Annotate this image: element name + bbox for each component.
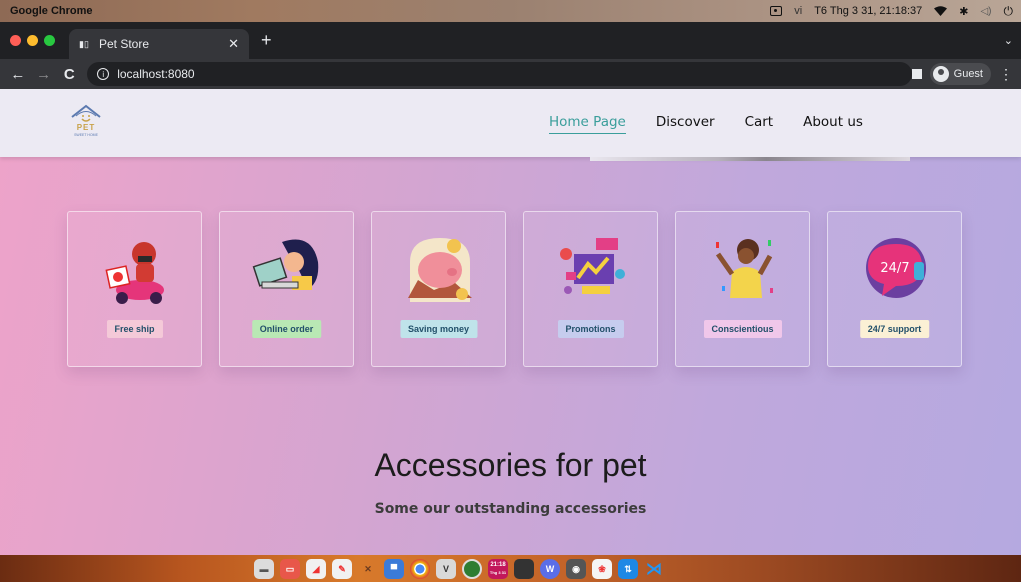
close-window-button[interactable] xyxy=(10,35,21,46)
os-menu-bar: Google Chrome vi T6 Thg 3 31, 21:18:37 ✱… xyxy=(0,0,1021,22)
celebration-person-icon xyxy=(715,239,773,298)
main-nav: Home Page Discover Cart About us xyxy=(549,114,863,134)
svg-text:24/7: 24/7 xyxy=(880,261,909,276)
nav-cart[interactable]: Cart xyxy=(745,114,774,134)
wifi-icon[interactable] xyxy=(934,6,948,16)
chrome-icon[interactable] xyxy=(410,559,430,579)
logo-subtext: SWEET HOME xyxy=(74,133,98,137)
files-icon[interactable]: ▬ xyxy=(254,559,274,579)
paw-favicon-icon: ▮▯ xyxy=(79,39,89,49)
folder-icon[interactable]: ▀ xyxy=(384,559,404,579)
browser-tab-strip: ▮▯ Pet Store ✕ + ⌄ xyxy=(0,22,1021,59)
dock-clock-time: 21:18 xyxy=(490,562,506,568)
draw-icon[interactable]: ✎ xyxy=(332,559,352,579)
profile-label: Guest xyxy=(953,68,983,80)
transfer-icon[interactable]: ⇅ xyxy=(618,559,638,579)
terminal-icon[interactable] xyxy=(514,559,534,579)
feature-card-conscientious[interactable]: Conscientious xyxy=(675,211,810,367)
nav-about-us[interactable]: About us xyxy=(803,114,863,134)
feature-card-saving-money[interactable]: Saving money xyxy=(371,211,506,367)
nav-discover[interactable]: Discover xyxy=(656,114,715,134)
section-subtitle: Some our outstanding accessories xyxy=(374,501,647,517)
reload-icon[interactable]: C xyxy=(61,66,77,83)
site-logo[interactable]: PET SWEET HOME xyxy=(62,103,110,143)
input-source-indicator[interactable]: vi xyxy=(794,5,802,17)
profile-avatar-icon xyxy=(932,66,949,82)
vmware-icon[interactable]: V xyxy=(436,559,456,579)
vscode-icon[interactable]: ⋊ xyxy=(644,559,664,579)
feature-cards: Free ship Online order Saving money Prom… xyxy=(67,211,962,367)
dock-clock-date: Thg 3 31 xyxy=(489,570,507,575)
os-active-app-name[interactable]: Google Chrome xyxy=(0,5,93,17)
laptop-shopping-icon xyxy=(252,239,319,290)
profile-button[interactable]: Guest xyxy=(929,63,991,85)
window-controls xyxy=(0,35,55,46)
feature-label: Online order xyxy=(251,320,322,338)
maximize-window-button[interactable] xyxy=(44,35,55,46)
tools-icon[interactable]: ✕ xyxy=(358,559,378,579)
delivery-scooter-icon xyxy=(105,242,164,304)
os-clock[interactable]: T6 Thg 3 31, 21:18:37 xyxy=(814,5,922,17)
app-dock: ▬ ▭ ◢ ✎ ✕ ▀ V 21:18 Thg 3 31 W ◉ ❀ ⇅ ⋊ xyxy=(254,556,664,582)
forward-arrow-icon[interactable]: → xyxy=(36,66,52,83)
tab-title: Pet Store xyxy=(99,37,150,51)
site-header: PET SWEET HOME Home Page Discover Cart A… xyxy=(0,89,1021,157)
browser-menu-icon[interactable]: ⋮ xyxy=(999,66,1013,83)
sale-promotion-icon xyxy=(560,238,625,294)
support-chat-icon: 24/7 xyxy=(866,238,926,298)
feature-label: Promotions xyxy=(557,320,624,338)
feature-label: Conscientious xyxy=(703,320,782,338)
feature-card-247-support[interactable]: 24/7 24/7 support xyxy=(827,211,962,367)
image-viewer-icon[interactable]: ▭ xyxy=(280,559,300,579)
volume-icon[interactable]: ◁) xyxy=(980,6,991,17)
settings-icon[interactable]: ❀ xyxy=(592,559,612,579)
feature-card-promotions[interactable]: Promotions xyxy=(523,211,658,367)
web-page: PET SWEET HOME Home Page Discover Cart A… xyxy=(0,89,1021,555)
power-icon[interactable]: ⏻ xyxy=(1004,4,1014,19)
tab-search-chevron-icon[interactable]: ⌄ xyxy=(1004,34,1013,47)
logo-text: PET xyxy=(76,123,96,132)
site-info-icon[interactable]: i xyxy=(97,68,110,80)
text-editor-icon[interactable]: ◢ xyxy=(306,559,326,579)
piggy-bank-icon xyxy=(408,238,472,302)
house-logo-icon xyxy=(71,104,101,122)
bluetooth-icon[interactable]: ✱ xyxy=(959,5,968,18)
feature-label: Free ship xyxy=(106,320,163,338)
camera-icon[interactable]: ◉ xyxy=(566,559,586,579)
clock-icon[interactable]: 21:18 Thg 3 31 xyxy=(488,559,508,579)
close-tab-icon[interactable]: ✕ xyxy=(228,36,239,52)
back-arrow-icon[interactable]: ← xyxy=(10,66,26,83)
feature-label: 24/7 support xyxy=(859,320,930,338)
new-tab-button[interactable]: + xyxy=(261,30,272,51)
app-circle-icon[interactable] xyxy=(462,559,482,579)
feature-card-free-ship[interactable]: Free ship xyxy=(67,211,202,367)
side-panel-icon[interactable] xyxy=(911,69,922,79)
feature-label: Saving money xyxy=(399,320,478,338)
screenshot-icon[interactable] xyxy=(770,6,783,16)
wps-icon[interactable]: W xyxy=(540,559,560,579)
minimize-window-button[interactable] xyxy=(27,35,38,46)
browser-tab[interactable]: ▮▯ Pet Store ✕ xyxy=(69,29,249,59)
browser-toolbar: ← → C i localhost:8080 Guest ⋮ xyxy=(0,59,1021,89)
nav-home-page[interactable]: Home Page xyxy=(549,114,626,134)
url-text: localhost:8080 xyxy=(117,67,195,81)
hero-image-edge xyxy=(590,157,910,161)
feature-card-online-order[interactable]: Online order xyxy=(219,211,354,367)
section-title: Accessories for pet xyxy=(374,447,647,483)
address-bar[interactable]: i localhost:8080 xyxy=(87,62,912,86)
